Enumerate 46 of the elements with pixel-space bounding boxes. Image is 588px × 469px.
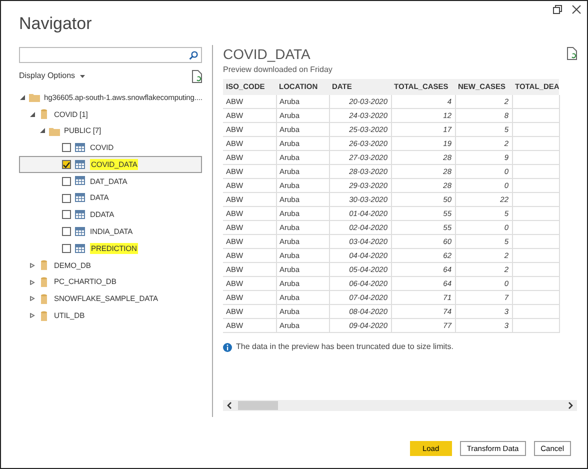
caret-icon: [80, 74, 86, 78]
collapse-arrow-icon[interactable]: [30, 112, 35, 117]
table-icon: [75, 244, 86, 254]
horizontal-scrollbar[interactable]: [223, 400, 577, 411]
database-icon: [39, 260, 50, 270]
table-icon: [75, 193, 86, 204]
folder-icon: [49, 126, 60, 136]
table-icon: [75, 210, 86, 220]
folder-icon: [29, 92, 40, 102]
scrollbar-thumb[interactable]: [238, 401, 278, 410]
check-icon: [63, 162, 70, 168]
table-icon: [75, 176, 86, 186]
database-icon: [39, 277, 50, 288]
notice-text: The data in the preview has been truncated due to size limits.: [236, 341, 454, 354]
checkbox[interactable]: [62, 244, 71, 254]
collapse-arrow-icon[interactable]: [20, 94, 25, 100]
expand-arrow-icon[interactable]: [30, 296, 35, 302]
window-title: Navigator: [19, 13, 92, 35]
expand-arrow-icon[interactable]: [30, 313, 35, 318]
search-field[interactable]: [19, 47, 202, 63]
close-icon[interactable]: [572, 5, 581, 14]
checkbox[interactable]: [62, 143, 71, 152]
refresh-icon[interactable]: [192, 70, 202, 82]
refresh-icon[interactable]: [567, 47, 577, 60]
scroll-left-icon[interactable]: [227, 402, 232, 409]
checkbox[interactable]: [62, 176, 71, 186]
collapse-arrow-icon[interactable]: [40, 128, 45, 134]
database-icon: [39, 310, 50, 321]
database-icon: [39, 109, 50, 120]
checkbox[interactable]: [62, 210, 71, 220]
preview-subtitle: Preview downloaded on Friday: [223, 64, 334, 76]
table-icon: [75, 226, 86, 237]
preview-title: COVID_DATA: [223, 47, 310, 62]
expand-arrow-icon[interactable]: [30, 262, 35, 268]
checkbox[interactable]: [62, 227, 71, 236]
checkbox[interactable]: [62, 160, 71, 170]
restore-icon[interactable]: [553, 5, 562, 14]
display-options-dropdown[interactable]: Display Options: [19, 70, 86, 82]
checkbox[interactable]: [62, 194, 71, 203]
search-icon: [189, 50, 198, 60]
scroll-right-icon[interactable]: [568, 402, 573, 409]
table-icon: [75, 160, 86, 170]
table-icon: [75, 142, 86, 153]
info-icon: [223, 342, 232, 352]
expand-arrow-icon[interactable]: [30, 280, 35, 285]
database-icon: [39, 294, 50, 304]
